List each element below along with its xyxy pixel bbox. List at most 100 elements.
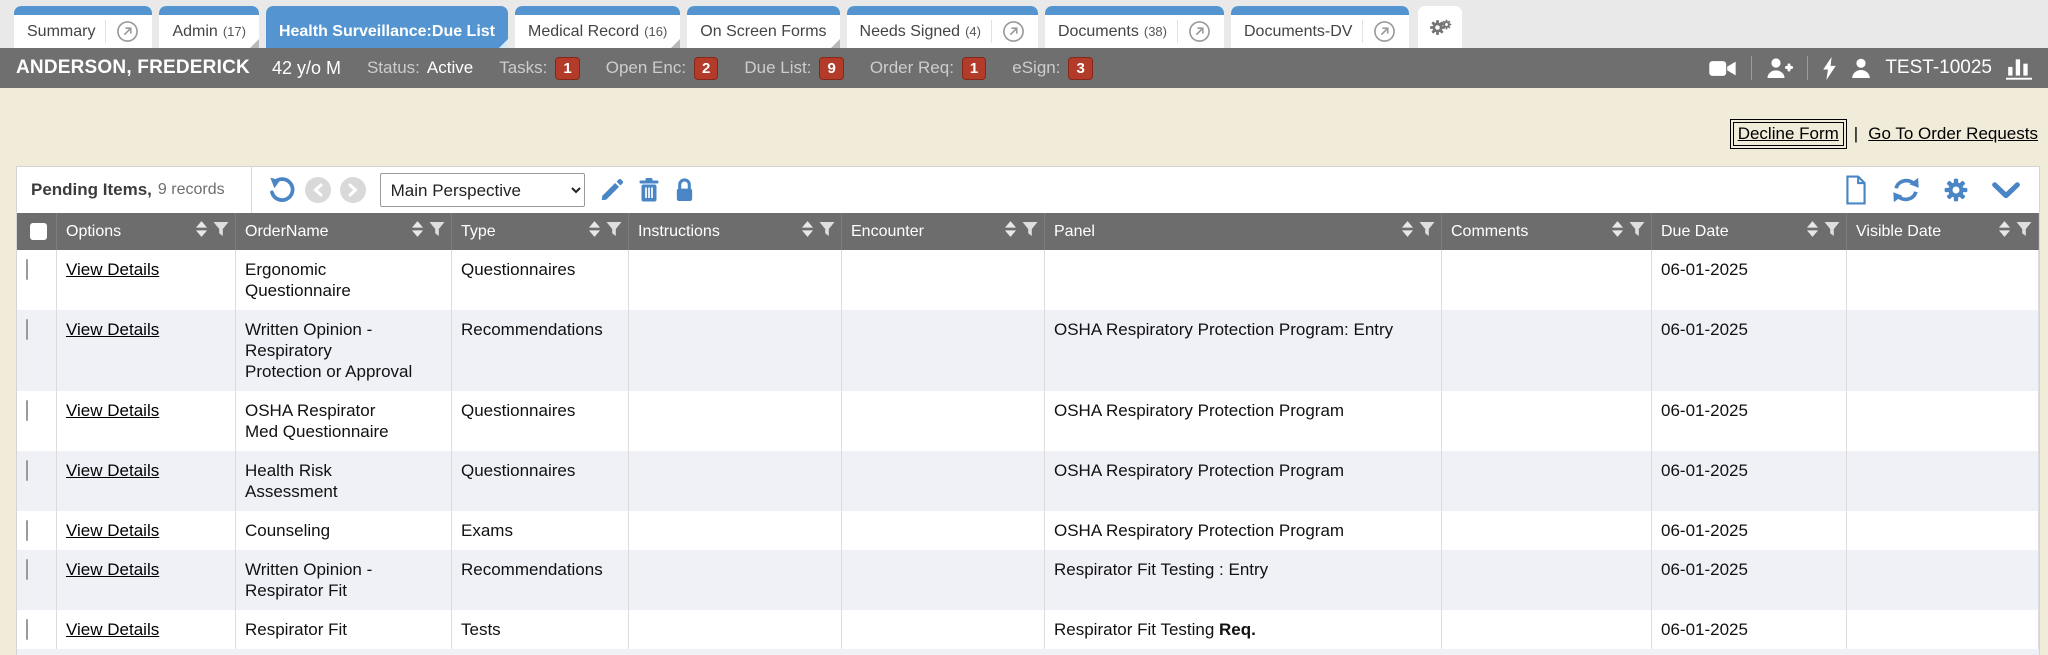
cell-due_date: 06-01-2025 (1652, 511, 1847, 550)
tab-medical-record[interactable]: Medical Record(16) (515, 6, 680, 48)
user-icon[interactable] (1851, 58, 1871, 78)
row-checkbox[interactable] (26, 400, 28, 421)
tab-corner-fold (831, 39, 840, 48)
cell-due_date: 06-01-2025 (1652, 391, 1847, 451)
view-details-link[interactable]: View Details (66, 461, 159, 480)
view-details-link[interactable]: View Details (66, 620, 159, 639)
cell-panel: Respirator Fit Testing Req. (1045, 610, 1442, 649)
perspective-select[interactable]: Main Perspective (380, 173, 585, 207)
sort-icon[interactable] (588, 220, 601, 243)
delete-trash-button[interactable] (637, 177, 661, 203)
banner-metric-badge[interactable]: 2 (694, 57, 718, 80)
row-checkbox[interactable] (26, 520, 28, 541)
column-header-visible_date[interactable]: Visible Date (1847, 213, 2039, 250)
tab-corner-fold (499, 39, 508, 48)
filter-funnel-icon[interactable] (1824, 221, 1840, 242)
tab-label: Admin (172, 23, 217, 41)
cell-comments (1442, 250, 1652, 310)
go-to-order-requests-link[interactable]: Go To Order Requests (1868, 124, 2038, 144)
table-body: View DetailsErgonomic QuestionnaireQuest… (17, 250, 2039, 655)
refresh-button[interactable] (1891, 176, 1921, 204)
cell-options: View Details (57, 391, 236, 451)
sort-icon[interactable] (195, 220, 208, 243)
sort-icon[interactable] (411, 220, 424, 243)
tab-on-screen-forms[interactable]: On Screen Forms (687, 6, 839, 48)
sort-icon[interactable] (1806, 220, 1819, 243)
cell-due_date: 06-01-2025 (1652, 310, 1847, 391)
tab-summary[interactable]: Summary (14, 6, 152, 48)
new-document-button[interactable] (1843, 175, 1869, 205)
row-checkbox[interactable] (26, 619, 28, 640)
cell-visible_date (1847, 391, 2039, 451)
filter-funnel-icon[interactable] (1419, 221, 1435, 242)
row-checkbox[interactable] (26, 259, 28, 280)
column-header-panel[interactable]: Panel (1045, 213, 1442, 250)
next-perspective-button[interactable] (340, 177, 366, 203)
filter-funnel-icon[interactable] (2016, 221, 2032, 242)
column-header-order_name[interactable]: OrderName (236, 213, 452, 250)
tab-label: Needs Signed (860, 23, 961, 41)
filter-funnel-icon[interactable] (1629, 221, 1645, 242)
prev-perspective-button[interactable] (305, 177, 331, 203)
filter-funnel-icon[interactable] (606, 221, 622, 242)
column-header-options[interactable]: Options (57, 213, 236, 250)
tab-documents-dv[interactable]: Documents-DV (1231, 6, 1409, 48)
tab-count: (38) (1144, 24, 1167, 39)
popout-icon[interactable] (105, 20, 139, 43)
column-header-instructions[interactable]: Instructions (629, 213, 842, 250)
filter-funnel-icon[interactable] (819, 221, 835, 242)
column-header-due_date[interactable]: Due Date (1652, 213, 1847, 250)
view-details-link[interactable]: View Details (66, 401, 159, 420)
row-checkbox[interactable] (26, 460, 28, 481)
tab-settings-button[interactable] (1418, 6, 1462, 48)
header-select-all[interactable] (17, 213, 57, 250)
tab-health-surveillance-due-list[interactable]: Health Surveillance:Due List (266, 6, 508, 48)
popout-icon[interactable] (1362, 20, 1396, 43)
video-camera-icon[interactable] (1709, 59, 1737, 78)
sort-icon[interactable] (1401, 220, 1414, 243)
add-person-icon[interactable] (1766, 58, 1793, 79)
tab-documents[interactable]: Documents(38) (1045, 6, 1224, 48)
banner-metric-badge[interactable]: 9 (819, 57, 843, 80)
banner-metric-badge[interactable]: 1 (962, 57, 986, 80)
undo-button[interactable] (268, 176, 296, 204)
row-checkbox[interactable] (26, 559, 28, 580)
view-details-link[interactable]: View Details (66, 521, 159, 540)
view-details-link[interactable]: View Details (66, 560, 159, 579)
column-header-encounter[interactable]: Encounter (842, 213, 1045, 250)
filter-funnel-icon[interactable] (213, 221, 229, 242)
sort-icon[interactable] (1611, 220, 1624, 243)
cell-instructions (629, 550, 842, 610)
filter-funnel-icon[interactable] (1022, 221, 1038, 242)
lock-button[interactable] (673, 177, 696, 203)
tab-corner-fold (250, 39, 259, 48)
cell-type: Recommendations (452, 550, 629, 610)
bar-chart-icon[interactable] (2006, 56, 2032, 80)
view-details-link[interactable]: View Details (66, 260, 159, 279)
row-checkbox[interactable] (26, 319, 28, 340)
banner-metric-badge[interactable]: 1 (555, 57, 579, 80)
decline-form-link[interactable]: Decline Form (1738, 124, 1839, 143)
popout-icon[interactable] (1177, 20, 1211, 43)
column-header-type[interactable]: Type (452, 213, 629, 250)
cell-checkbox (17, 550, 57, 610)
banner-metric-badge[interactable]: 3 (1068, 57, 1092, 80)
tab-needs-signed[interactable]: Needs Signed(4) (847, 6, 1038, 48)
edit-pencil-button[interactable] (599, 177, 625, 203)
collapse-chevron-button[interactable] (1991, 182, 2021, 199)
grid-toolbar: Pending Items, 9 records Main Perspectiv… (17, 167, 2039, 213)
grid-settings-gear-button[interactable] (1943, 177, 1969, 203)
popout-icon[interactable] (991, 20, 1025, 43)
sort-icon[interactable] (1998, 220, 2011, 243)
lightning-icon[interactable] (1822, 57, 1837, 80)
sort-icon[interactable] (1004, 220, 1017, 243)
filter-funnel-icon[interactable] (429, 221, 445, 242)
column-header-comments[interactable]: Comments (1442, 213, 1652, 250)
tab-admin[interactable]: Admin(17) (159, 6, 258, 48)
select-all-checkbox[interactable] (30, 223, 47, 240)
sort-icon[interactable] (801, 220, 814, 243)
table-row-partial (17, 649, 2039, 655)
cell-checkbox (17, 451, 57, 511)
cell-instructions (629, 511, 842, 550)
view-details-link[interactable]: View Details (66, 320, 159, 339)
